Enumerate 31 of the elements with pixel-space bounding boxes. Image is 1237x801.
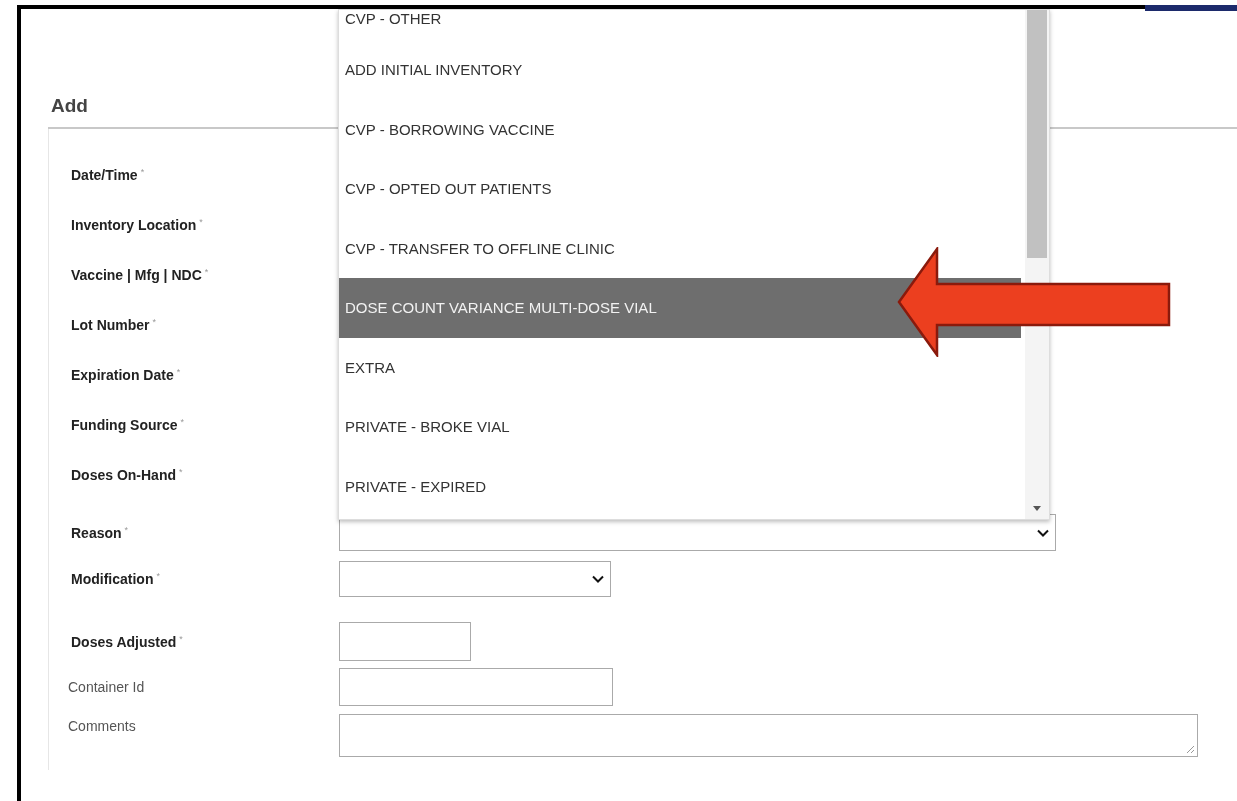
scroll-thumb[interactable] bbox=[1027, 10, 1047, 258]
field-label: Modification * bbox=[71, 571, 161, 587]
dropdown-option[interactable]: CVP - OPTED OUT PATIENTS bbox=[339, 159, 1021, 219]
section-title: Add bbox=[51, 95, 88, 116]
scroll-down-icon[interactable] bbox=[1033, 506, 1041, 511]
dropdown-option[interactable]: PRIVATE - BROKE VIAL bbox=[339, 397, 1021, 457]
chevron-icon bbox=[1037, 528, 1049, 537]
comments-field[interactable] bbox=[339, 714, 1198, 757]
input-field[interactable] bbox=[339, 668, 613, 706]
field-label: Comments bbox=[68, 717, 137, 734]
dropdown-option[interactable]: EXTRA bbox=[339, 337, 1021, 397]
input-field[interactable] bbox=[339, 622, 471, 661]
dropdown-option[interactable]: CVP - OTHER bbox=[339, 10, 1021, 40]
field-label: Inventory Location * bbox=[71, 217, 204, 233]
resize-grip-icon bbox=[1186, 745, 1195, 754]
field-label: Reason * bbox=[71, 524, 130, 541]
field-label: Doses On-Hand * bbox=[71, 467, 184, 483]
field-label: Expiration Date * bbox=[71, 367, 182, 383]
field-label: Lot Number * bbox=[71, 317, 158, 333]
chevron-icon bbox=[592, 575, 604, 583]
scrollbar[interactable] bbox=[1025, 10, 1049, 519]
field-label: Date/Time * bbox=[71, 167, 146, 183]
modification-select[interactable] bbox=[339, 561, 611, 597]
field-label: Vaccine | Mfg | NDC * bbox=[71, 267, 210, 283]
dropdown-option[interactable]: CVP - BORROWING VACCINE bbox=[339, 99, 1021, 159]
field-label: Container Id bbox=[68, 679, 146, 695]
dropdown-option[interactable]: ADD INITIAL INVENTORY bbox=[339, 40, 1021, 100]
field-label: Doses Adjusted * bbox=[71, 633, 184, 650]
dropdown-option[interactable]: CVP - TRANSFER TO OFFLINE CLINIC bbox=[339, 218, 1021, 278]
field-label: Funding Source * bbox=[71, 417, 186, 433]
dropdown-option[interactable]: PRIVATE - EXPIRED bbox=[339, 456, 1021, 516]
